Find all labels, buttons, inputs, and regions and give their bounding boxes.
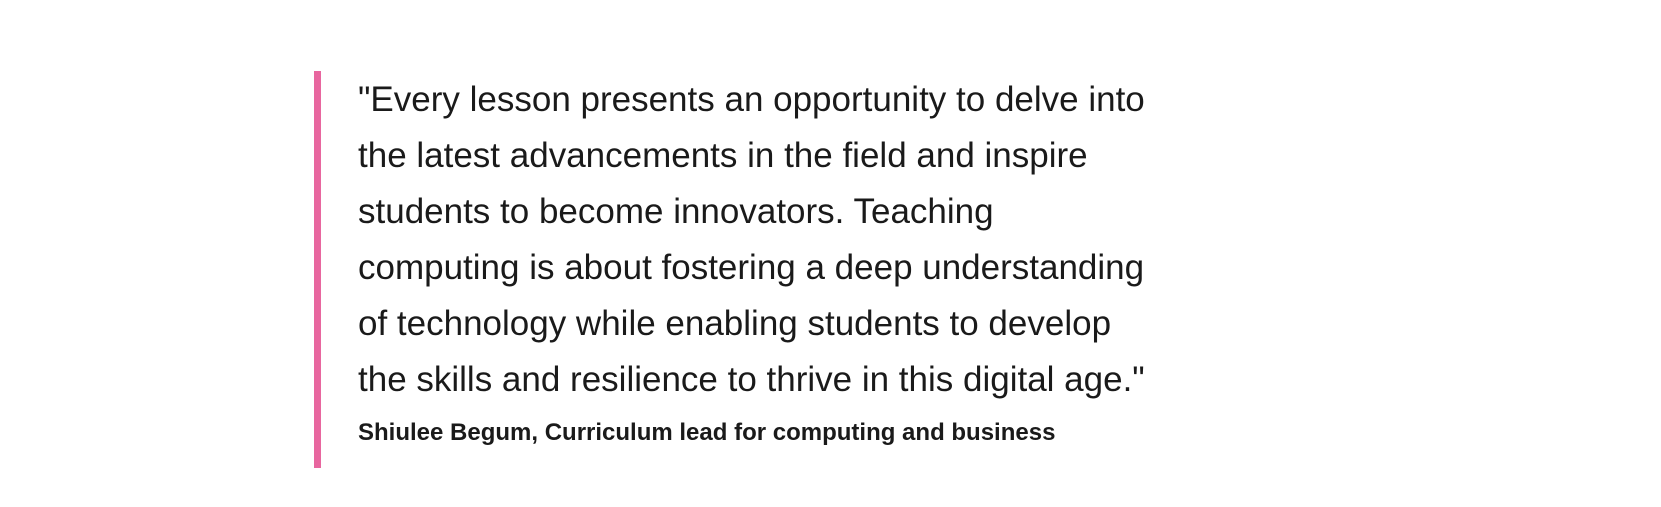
testimonial-quote: "Every lesson presents an opportunity to…	[314, 71, 1214, 468]
quote-attribution: Shiulee Begum, Curriculum lead for compu…	[358, 419, 1056, 446]
quote-text: "Every lesson presents an opportunity to…	[358, 80, 1145, 399]
